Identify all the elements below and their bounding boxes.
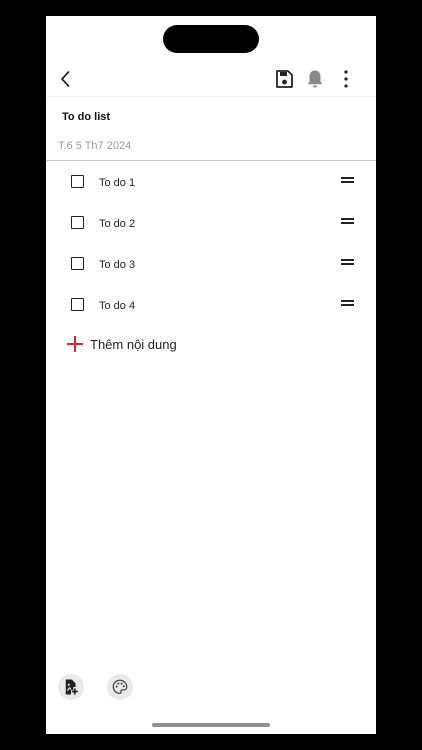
reminder-button[interactable] bbox=[303, 67, 327, 91]
add-image-icon bbox=[65, 679, 78, 695]
top-toolbar bbox=[46, 64, 376, 94]
save-button[interactable] bbox=[272, 67, 296, 91]
todo-checkbox[interactable] bbox=[71, 175, 84, 188]
save-icon bbox=[276, 70, 293, 88]
phone-screen: To do list T.6 5 Th7 2024 To do 1 To do … bbox=[46, 16, 376, 734]
toolbar-divider bbox=[46, 96, 376, 97]
bell-icon bbox=[307, 70, 323, 88]
todo-checkbox[interactable] bbox=[71, 298, 84, 311]
note-title[interactable]: To do list bbox=[62, 111, 110, 123]
back-button[interactable] bbox=[54, 67, 78, 91]
more-options-button[interactable] bbox=[334, 67, 358, 91]
add-content-label: Thêm nội dung bbox=[90, 336, 177, 352]
todo-checkbox[interactable] bbox=[71, 216, 84, 229]
palette-icon bbox=[112, 679, 128, 695]
back-icon bbox=[61, 71, 70, 87]
plus-icon bbox=[66, 335, 84, 353]
header-divider bbox=[46, 160, 376, 161]
todo-item: To do 1 bbox=[46, 168, 376, 209]
drag-handle-icon[interactable] bbox=[341, 218, 354, 226]
todo-label[interactable]: To do 4 bbox=[99, 300, 135, 312]
note-date: T.6 5 Th7 2024 bbox=[58, 140, 132, 152]
add-image-button[interactable] bbox=[58, 674, 84, 700]
todo-item: To do 3 bbox=[46, 250, 376, 291]
dynamic-island bbox=[163, 25, 259, 53]
todo-label[interactable]: To do 3 bbox=[99, 259, 135, 271]
home-indicator[interactable] bbox=[152, 723, 270, 727]
palette-button[interactable] bbox=[107, 674, 133, 700]
drag-handle-icon[interactable] bbox=[341, 300, 354, 308]
todo-list: To do 1 To do 2 To do 3 To do 4 bbox=[46, 168, 376, 332]
drag-handle-icon[interactable] bbox=[341, 259, 354, 267]
add-content-button[interactable]: Thêm nội dung bbox=[66, 334, 266, 354]
drag-handle-icon[interactable] bbox=[341, 177, 354, 185]
todo-label[interactable]: To do 1 bbox=[99, 177, 135, 189]
todo-checkbox[interactable] bbox=[71, 257, 84, 270]
todo-item: To do 2 bbox=[46, 209, 376, 250]
more-vertical-icon bbox=[344, 70, 348, 88]
todo-item: To do 4 bbox=[46, 291, 376, 332]
todo-label[interactable]: To do 2 bbox=[99, 218, 135, 230]
